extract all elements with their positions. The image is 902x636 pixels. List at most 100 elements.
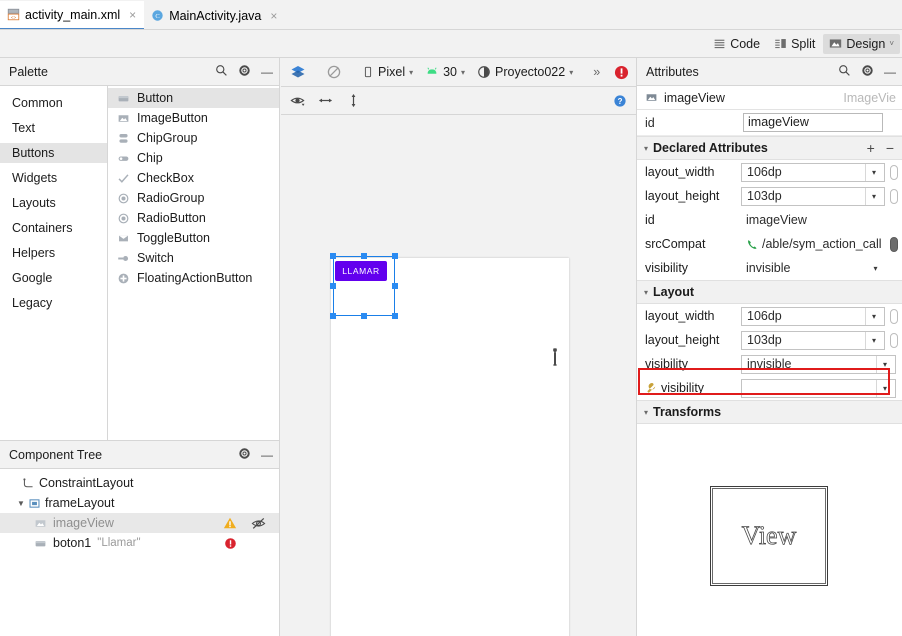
wrench-icon[interactable] [549, 348, 561, 370]
chevron-down-icon[interactable]: ▾ [876, 379, 893, 397]
device-selector[interactable]: Pixel ▾ [357, 63, 418, 81]
attr-value-field[interactable]: 103dp ▾ [741, 186, 885, 206]
design-canvas[interactable] [281, 115, 636, 636]
attr-value-field[interactable]: 106dp ▾ [741, 306, 885, 326]
tree-node-boton1[interactable]: boton1 "Llamar" [0, 533, 279, 553]
palette-item-chip[interactable]: Chip [108, 148, 279, 168]
attr-value-field[interactable]: 106dp ▾ [741, 162, 885, 182]
resource-pill[interactable] [890, 188, 898, 204]
palette-category-containers[interactable]: Containers [0, 218, 107, 238]
palette-item-radiogroup[interactable]: RadioGroup [108, 188, 279, 208]
attr-row-srccompat[interactable]: srcCompat /able/sym_action_call [637, 232, 902, 256]
resize-handle-sw[interactable] [330, 313, 336, 319]
attr-value-field[interactable]: ▾ [741, 378, 896, 398]
chevron-down-icon[interactable]: ˅ [889, 39, 894, 48]
attr-value-field[interactable]: 103dp ▾ [741, 330, 885, 350]
attr-value-field[interactable]: /able/sym_action_call [741, 235, 887, 254]
chevron-down-icon[interactable]: ▾ [865, 331, 882, 349]
chevron-down-icon[interactable]: ▾ [865, 307, 882, 325]
palette-category-common[interactable]: Common [0, 93, 107, 113]
attr-value-field[interactable]: invisible [741, 259, 867, 278]
chevron-down-icon[interactable]: ▾ [865, 187, 882, 205]
chevron-down-icon[interactable]: ▾ [461, 68, 465, 77]
palette-category-buttons[interactable]: Buttons [0, 143, 107, 163]
tab-mainactivity-java[interactable]: C MainActivity.java × [144, 1, 285, 30]
horizontal-align-icon[interactable] [318, 93, 333, 108]
palette-category-helpers[interactable]: Helpers [0, 243, 107, 263]
chevron-down-icon[interactable]: ▾ [644, 408, 648, 417]
resize-handle-e[interactable] [392, 283, 398, 289]
vertical-align-icon[interactable] [346, 93, 361, 108]
resize-handle-se[interactable] [392, 313, 398, 319]
palette-item-button[interactable]: Button [108, 88, 279, 108]
chevron-down-icon[interactable]: ▾ [409, 68, 413, 77]
tree-node-framelayout[interactable]: ▼ frameLayout [0, 493, 279, 513]
mode-split-button[interactable]: Split [768, 34, 821, 54]
theme-selector[interactable]: Proyecto022 ▾ [472, 63, 578, 81]
palette-item-switch[interactable]: Switch [108, 248, 279, 268]
blueprint-toggle-button[interactable] [321, 62, 347, 82]
chevron-down-icon[interactable]: ▾ [644, 288, 648, 297]
tree-node-constraintlayout[interactable]: ConstraintLayout [0, 473, 279, 493]
resize-handle-nw[interactable] [330, 253, 336, 259]
layout-row-visibility-tools[interactable]: visibility ▾ [637, 376, 902, 400]
layout-row-visibility[interactable]: visibility invisible ▾ [637, 352, 902, 376]
chevron-down-icon[interactable]: ▾ [876, 355, 893, 373]
layout-section-header[interactable]: ▾ Layout [637, 280, 902, 304]
attr-row-visibility-declared[interactable]: visibility invisible ▾ [637, 256, 902, 280]
add-attribute-button[interactable]: + [867, 141, 875, 155]
canvas-llamar-button[interactable]: LLAMAR [335, 261, 387, 281]
resize-handle-n[interactable] [361, 253, 367, 259]
mode-code-button[interactable]: Code [707, 34, 766, 54]
id-input[interactable]: imageView [743, 113, 883, 132]
chevron-down-icon[interactable]: ▾ [569, 68, 573, 77]
design-error-badge[interactable] [609, 63, 634, 82]
palette-category-layouts[interactable]: Layouts [0, 193, 107, 213]
palette-item-floatingactionbutton[interactable]: FloatingActionButton [108, 268, 279, 288]
toolbar-overflow-button[interactable]: » [588, 63, 605, 81]
palette-category-google[interactable]: Google [0, 268, 107, 288]
chevron-down-icon[interactable]: ▾ [644, 144, 648, 153]
gear-icon[interactable] [238, 447, 251, 463]
transforms-section-header[interactable]: ▾ Transforms [637, 400, 902, 424]
resource-pill[interactable] [890, 236, 898, 252]
api-level-selector[interactable]: 30 ▾ [420, 63, 470, 81]
resource-pill[interactable] [890, 164, 898, 180]
help-icon[interactable]: ? [613, 94, 627, 108]
attr-row-layout-height[interactable]: layout_height 103dp ▾ [637, 184, 902, 208]
close-icon[interactable]: × [129, 8, 136, 22]
chevron-down-icon[interactable]: ▾ [867, 260, 884, 277]
palette-item-checkbox[interactable]: CheckBox [108, 168, 279, 188]
resource-pill[interactable] [890, 332, 898, 348]
palette-item-chipgroup[interactable]: ChipGroup [108, 128, 279, 148]
eye-icon[interactable] [290, 93, 305, 108]
resource-pill[interactable] [890, 308, 898, 324]
palette-category-widgets[interactable]: Widgets [0, 168, 107, 188]
tab-activity-main-xml[interactable]: <> activity_main.xml × [0, 1, 145, 30]
palette-item-imagebutton[interactable]: ImageButton [108, 108, 279, 128]
palette-item-radiobutton[interactable]: RadioButton [108, 208, 279, 228]
palette-category-text[interactable]: Text [0, 118, 107, 138]
error-icon[interactable] [224, 533, 237, 553]
attr-value-field[interactable]: invisible ▾ [741, 354, 896, 374]
tree-twisty[interactable]: ▼ [14, 499, 28, 508]
layout-row-layout-height[interactable]: layout_height 103dp ▾ [637, 328, 902, 352]
search-icon[interactable] [215, 64, 228, 80]
palette-item-togglebutton[interactable]: ToggleButton [108, 228, 279, 248]
gear-icon[interactable] [238, 64, 251, 80]
attr-row-id[interactable]: id imageView [637, 208, 902, 232]
layout-row-layout-width[interactable]: layout_width 106dp ▾ [637, 304, 902, 328]
attr-row-layout-width[interactable]: layout_width 106dp ▾ [637, 160, 902, 184]
warning-icon[interactable] [223, 513, 237, 533]
minimize-icon[interactable]: — [884, 65, 896, 79]
tree-node-imageview[interactable]: imageView [0, 513, 279, 533]
layers-button[interactable] [285, 62, 311, 82]
minimize-icon[interactable]: — [261, 448, 273, 462]
mode-design-button[interactable]: Design ˅ [823, 33, 900, 54]
resize-handle-w[interactable] [330, 283, 336, 289]
close-icon[interactable]: × [270, 9, 277, 23]
attr-value-field[interactable]: imageView [741, 211, 902, 230]
gear-icon[interactable] [861, 64, 874, 80]
resize-handle-ne[interactable] [392, 253, 398, 259]
remove-attribute-button[interactable]: − [886, 141, 894, 155]
